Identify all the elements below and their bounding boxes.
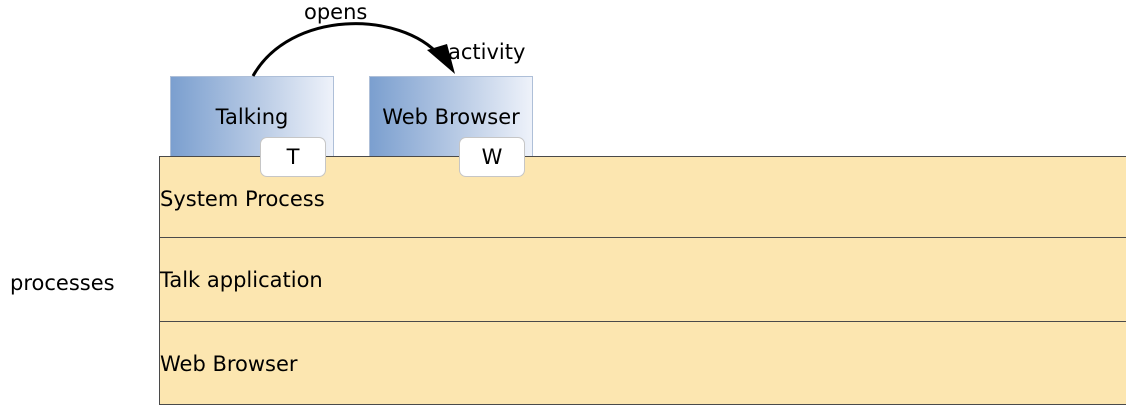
activity-tab-t[interactable]: T (260, 137, 326, 177)
opens-arrow (251, 22, 455, 77)
activity-tab-w[interactable]: W (459, 137, 525, 177)
